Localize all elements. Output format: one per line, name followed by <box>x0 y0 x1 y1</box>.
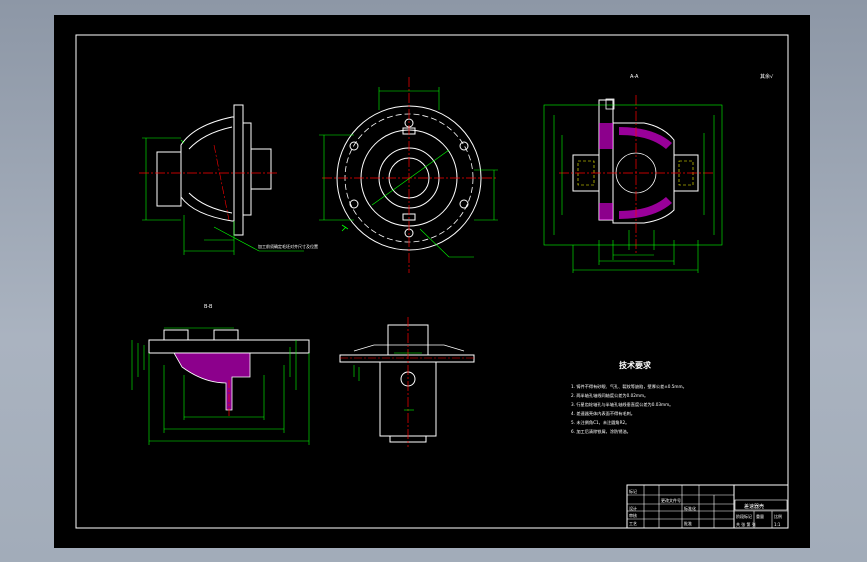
tb-weight-label: 重量 <box>756 513 764 519</box>
half-view <box>339 317 475 447</box>
tb-row-3-col-3: 批准 <box>684 520 692 526</box>
tech-req-line-1: 1. 铸件不得有砂眼、气孔、裂纹等缺陷，壁厚公差±0.5mm。 <box>571 383 687 390</box>
tb-row-3-col-0: 工艺 <box>629 521 637 526</box>
tb-scale-value: 1:1 <box>774 522 781 527</box>
tb-sheet-info: 共 张 第 张 <box>736 521 756 527</box>
front-view <box>319 77 498 273</box>
side-view: 加工前须确定毛坯对齐尺寸及位置 <box>139 104 318 255</box>
section-b-b: B-B <box>131 304 310 445</box>
inner-frame-border <box>75 34 789 529</box>
section-label-b: B-B <box>204 304 213 310</box>
tech-req-line-4: 4. 差速器壳体内表面不得有毛刺。 <box>571 410 635 417</box>
tb-stage-label: 阶段标记 <box>736 513 752 519</box>
tech-req-title: 技术要求 <box>619 360 652 370</box>
drawing-name: 差速器壳 <box>744 503 764 510</box>
technical-requirements: 技术要求 1. 铸件不得有砂眼、气孔、裂纹等缺陷，壁厚公差±0.5mm。 2. … <box>571 360 687 435</box>
tech-req-line-2: 2. 两半轴孔轴线同轴度公差为0.02mm。 <box>571 392 648 399</box>
tb-row-1-col-3: 标准化 <box>684 505 696 511</box>
tb-scale-label: 比例 <box>774 513 782 519</box>
cad-drawing-canvas[interactable]: 加工前须确定毛坯对齐尺寸及位置 A-A 其余√ B-B 技术要求 1. 铸件不得… <box>54 15 810 548</box>
tb-row-0-col-0: 标记 <box>629 488 637 494</box>
tech-req-line-5: 5. 未注倒角C1，未注圆角R2。 <box>571 419 629 426</box>
title-block: 差速器壳 设计 审核 工艺 标准化 批准 标记 更改文件号 阶段标记 重量 比例… <box>626 484 789 529</box>
tb-row-0-col-3: 更改文件号 <box>661 497 681 503</box>
callout-note: 加工前须确定毛坯对齐尺寸及位置 <box>258 243 318 249</box>
tb-row-2-col-0: 审核 <box>629 512 637 518</box>
drawing-sheet: 加工前须确定毛坯对齐尺寸及位置 A-A 其余√ B-B 技术要求 1. 铸件不得… <box>54 15 810 548</box>
tech-req-line-3: 3. 行星齿轮轴孔与半轴孔轴线垂直度公差为0.03mm。 <box>571 401 673 408</box>
corner-note: 其余√ <box>760 73 774 80</box>
tb-row-1-col-0: 设计 <box>629 505 637 511</box>
section-a-a: A-A 其余√ <box>543 73 774 273</box>
tech-req-line-6: 6. 加工后清除铁屑，涂防锈油。 <box>571 428 631 435</box>
section-label-a: A-A <box>630 74 639 80</box>
